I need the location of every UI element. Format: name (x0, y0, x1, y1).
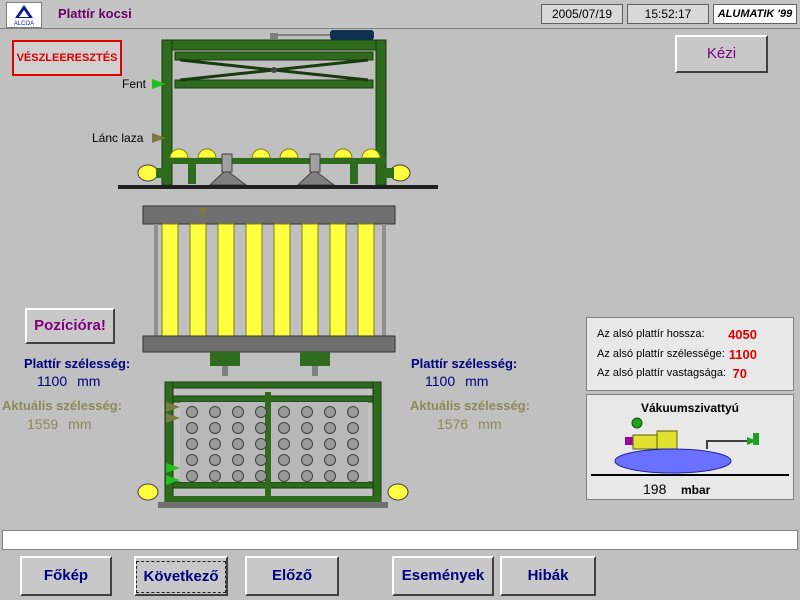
plate-bed (142, 205, 396, 376)
alcoa-logo: ALCOA (6, 2, 42, 28)
main-screen-button[interactable]: Főkép (20, 556, 112, 596)
suction-cup (186, 470, 198, 482)
suction-cup (347, 406, 359, 418)
plate-length-row: Az alsó plattír hossza: 4050 (597, 327, 757, 342)
suction-cup (209, 438, 221, 450)
vacuum-value: 198 (643, 481, 667, 497)
emergency-release-button[interactable]: VÉSZLEERESZTÉS (12, 40, 122, 76)
suction-cup (209, 406, 221, 418)
suction-cup (232, 406, 244, 418)
suction-cup (209, 470, 221, 482)
right-width-value: 1100 mm (425, 373, 489, 389)
go-to-position-button[interactable]: Pozícióra! (25, 308, 115, 344)
suction-cup (186, 422, 198, 434)
suction-cup (255, 454, 267, 466)
right-actual-value: 1576 mm (437, 416, 502, 432)
suction-cup (255, 470, 267, 482)
suction-cup (278, 454, 290, 466)
suction-cup (278, 470, 290, 482)
vacuum-table (137, 381, 409, 508)
suction-cup (232, 470, 244, 482)
status-message-bar (2, 530, 798, 550)
suction-cup (186, 406, 198, 418)
top-position-label: Fent (122, 77, 147, 91)
suction-cup (301, 470, 313, 482)
suction-cup (324, 406, 336, 418)
plate-thickness-row: Az alsó plattír vastagsága: 70 (597, 366, 747, 381)
suction-cup (278, 406, 290, 418)
suction-cup (301, 422, 313, 434)
suction-cup (186, 454, 198, 466)
suction-cup (278, 422, 290, 434)
suction-cup (301, 454, 313, 466)
suction-cup (232, 422, 244, 434)
suction-cup (255, 422, 267, 434)
suction-cup (347, 470, 359, 482)
left-actual-label: Aktuális szélesség: (2, 398, 122, 413)
vacuum-pump-panel: Vákuumszivattyú 198 mbar (586, 394, 794, 500)
plate-length-value: 4050 (728, 327, 757, 342)
suction-cup (324, 422, 336, 434)
cart-machine-diagram (118, 30, 438, 508)
suction-cup (209, 454, 221, 466)
suction-cup (209, 422, 221, 434)
right-width-label: Plattír szélesség: (411, 356, 518, 371)
plate-width-value: 1100 (728, 347, 757, 362)
suction-cup (186, 438, 198, 450)
manual-mode-button[interactable]: Kézi (675, 35, 768, 73)
previous-button[interactable]: Előző (245, 556, 339, 596)
suction-cup (324, 438, 336, 450)
left-width-value: 1100 mm (37, 373, 101, 389)
suction-cup (278, 438, 290, 450)
suction-cup (255, 438, 267, 450)
suction-cup (232, 438, 244, 450)
svg-text:ALCOA: ALCOA (14, 21, 34, 27)
next-button[interactable]: Következő (134, 556, 228, 596)
plate-info-panel: Az alsó plattír hossza: 4050 Az alsó pla… (586, 317, 794, 391)
plate-width-row: Az alsó plattír szélessége: 1100 (597, 347, 757, 362)
brand-logo: ALUMATIK '99 (713, 4, 797, 24)
plate-thickness-value: 70 (732, 366, 747, 381)
suction-cup (324, 470, 336, 482)
vacuum-unit: mbar (681, 483, 711, 497)
suction-cup (347, 422, 359, 434)
suction-cup (347, 454, 359, 466)
errors-button[interactable]: Hibák (500, 556, 596, 596)
left-width-label: Plattír szélesség: (24, 356, 131, 371)
left-actual-value: 1559 mm (27, 416, 92, 432)
chain-loose-label: Lánc laza (92, 131, 144, 145)
suction-cup (255, 406, 267, 418)
right-actual-label: Aktuális szélesség: (410, 398, 530, 413)
events-button[interactable]: Események (392, 556, 494, 596)
page-title: Plattír kocsi (58, 6, 132, 21)
time-display: 15:52:17 (627, 4, 709, 24)
suction-cup (232, 454, 244, 466)
vacuum-pump-title: Vákuumszivattyú (640, 401, 740, 415)
suction-cup (301, 406, 313, 418)
suction-cup (347, 438, 359, 450)
suction-cup (324, 454, 336, 466)
suction-cup (301, 438, 313, 450)
vacuum-pump-icon (591, 417, 789, 476)
date-display: 2005/07/19 (541, 4, 623, 24)
